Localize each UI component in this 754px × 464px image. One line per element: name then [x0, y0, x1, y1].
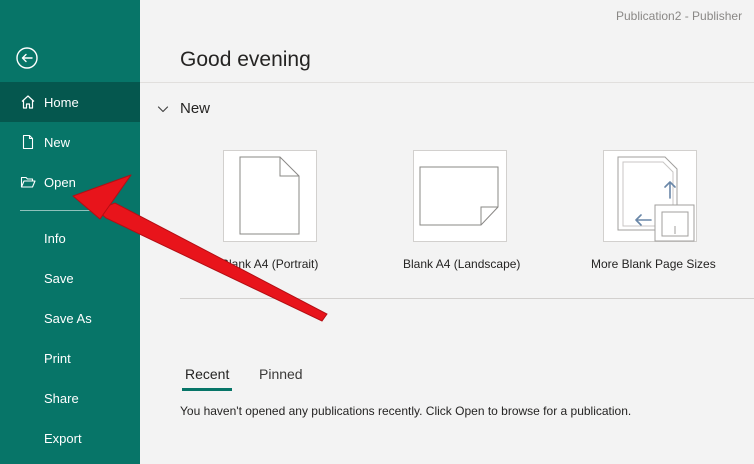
- sidebar-item-save-as[interactable]: Save As: [0, 298, 140, 338]
- sidebar-item-new[interactable]: New: [0, 122, 140, 162]
- section-heading: New: [180, 100, 211, 117]
- template-blank-a4-landscape[interactable]: Blank A4 (Landscape): [403, 150, 520, 271]
- home-icon: [20, 94, 36, 110]
- tab-recent[interactable]: Recent: [185, 366, 229, 382]
- sidebar-item-label: New: [44, 134, 71, 150]
- section-divider: [180, 298, 754, 299]
- sidebar-item-open[interactable]: Open: [0, 162, 140, 202]
- tab-selected-indicator: [182, 388, 232, 391]
- sidebar-item-label: Share: [44, 390, 79, 406]
- template-more-blank-page-sizes[interactable]: More Blank Page Sizes: [591, 150, 716, 271]
- sidebar-item-share[interactable]: Share: [0, 378, 140, 418]
- portrait-page-icon: [239, 156, 300, 235]
- template-thumbnail: [603, 150, 697, 242]
- window-title: Publication2 - Publisher: [616, 9, 743, 23]
- recent-empty-message: You haven't opened any publications rece…: [180, 404, 632, 418]
- sidebar-item-print[interactable]: Print: [0, 338, 140, 378]
- tab-pinned[interactable]: Pinned: [259, 366, 303, 382]
- template-label: More Blank Page Sizes: [591, 257, 716, 271]
- page-title: Good evening: [180, 48, 311, 71]
- sidebar-item-home[interactable]: Home: [0, 82, 140, 122]
- folder-open-icon: [20, 174, 36, 190]
- sidebar-item-label: Save As: [44, 310, 92, 326]
- sidebar-item-label: Home: [44, 94, 79, 110]
- new-document-icon: [20, 134, 36, 150]
- sidebar-divider: [20, 210, 120, 211]
- sidebar-item-save[interactable]: Save: [0, 258, 140, 298]
- template-label: Blank A4 (Landscape): [403, 257, 521, 271]
- back-arrow-circle-icon: [16, 47, 38, 69]
- template-blank-a4-portrait[interactable]: Blank A4 (Portrait): [221, 150, 318, 271]
- sidebar-item-info[interactable]: Info: [0, 218, 140, 258]
- sidebar-item-label: Save: [44, 270, 74, 286]
- sidebar-item-label: Export: [44, 430, 82, 446]
- chevron-down-icon: [157, 105, 169, 112]
- back-button[interactable]: [16, 47, 38, 69]
- sidebar-item-label: Print: [44, 350, 71, 366]
- sidebar-item-export[interactable]: Export: [0, 418, 140, 458]
- template-label: Blank A4 (Portrait): [221, 257, 319, 271]
- backstage-sidebar: Home New Open Info Save Save As Print Sh…: [0, 0, 140, 464]
- new-section-toggle[interactable]: New: [157, 100, 210, 117]
- template-thumbnail: [413, 150, 507, 242]
- sidebar-item-label: Info: [44, 230, 66, 246]
- sidebar-item-label: Open: [44, 174, 76, 190]
- landscape-page-icon: [419, 166, 499, 226]
- header-divider: [140, 82, 754, 83]
- template-thumbnail: [223, 150, 317, 242]
- page-sizes-icon: [617, 156, 695, 242]
